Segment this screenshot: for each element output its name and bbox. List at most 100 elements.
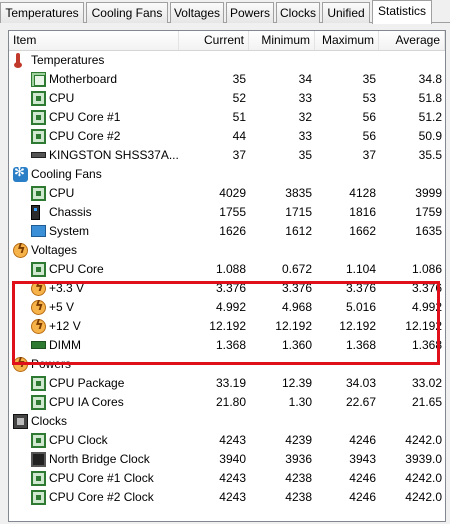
table-row[interactable]: CPU Core #2 Clock 4243 4238 4246 4242.0 bbox=[9, 488, 445, 507]
minimum-value: 35 bbox=[298, 148, 312, 162]
average-value: 21.65 bbox=[411, 395, 442, 409]
maximum-value: 56 bbox=[362, 129, 376, 143]
minimum-value: 3835 bbox=[285, 186, 312, 200]
tab-powers[interactable]: Powers bbox=[226, 2, 274, 23]
cpu-chip-icon bbox=[31, 129, 46, 144]
table-row[interactable]: +3.3 V 3.376 3.376 3.376 3.376 bbox=[9, 279, 445, 298]
column-header-item[interactable]: Item bbox=[9, 31, 179, 50]
item-label: CPU Package bbox=[49, 376, 125, 390]
table-row[interactable]: CPU Clock 4243 4239 4246 4242.0 bbox=[9, 431, 445, 450]
column-header-current[interactable]: Current bbox=[179, 31, 249, 50]
item-label: CPU Core #2 Clock bbox=[49, 490, 154, 504]
cpu-chip-icon bbox=[31, 490, 46, 505]
lightning-icon bbox=[13, 356, 28, 372]
group-row[interactable]: Powers bbox=[9, 355, 445, 374]
table-header: Item Current Minimum Maximum Average bbox=[9, 31, 445, 51]
average-value: 51.8 bbox=[418, 91, 442, 105]
statistics-table: Item Current Minimum Maximum Average Tem… bbox=[8, 30, 446, 522]
maximum-value: 1.104 bbox=[345, 262, 376, 276]
current-value: 4.992 bbox=[215, 300, 246, 314]
disk-drive-icon bbox=[31, 152, 46, 158]
average-value: 4242.0 bbox=[405, 471, 442, 485]
group-row[interactable]: Voltages bbox=[9, 241, 445, 260]
table-row[interactable]: CPU 52 33 53 51.8 bbox=[9, 89, 445, 108]
table-row[interactable]: CPU IA Cores 21.80 1.30 22.67 21.65 bbox=[9, 393, 445, 412]
group-row[interactable]: Cooling Fans bbox=[9, 165, 445, 184]
average-value: 4242.0 bbox=[405, 433, 442, 447]
table-row[interactable]: +5 V 4.992 4.968 5.016 4.992 bbox=[9, 298, 445, 317]
current-value: 3940 bbox=[219, 452, 246, 466]
computer-case-icon bbox=[31, 205, 40, 220]
minimum-value: 3.376 bbox=[281, 281, 312, 295]
cpu-chip-icon bbox=[31, 376, 46, 391]
cpu-chip-icon bbox=[31, 433, 46, 448]
north-bridge-icon bbox=[31, 452, 46, 467]
item-label: +5 V bbox=[49, 300, 75, 314]
cpu-chip-icon bbox=[31, 186, 46, 201]
tab-voltages[interactable]: Voltages bbox=[170, 2, 224, 23]
current-value: 12.192 bbox=[209, 319, 246, 333]
minimum-value: 4.968 bbox=[281, 300, 312, 314]
current-value: 35 bbox=[232, 72, 246, 86]
average-value: 35.5 bbox=[418, 148, 442, 162]
table-row[interactable]: Chassis 1755 1715 1816 1759 bbox=[9, 203, 445, 222]
tab-unified[interactable]: Unified bbox=[322, 2, 370, 23]
memory-module-icon bbox=[31, 341, 46, 349]
current-value: 1.368 bbox=[215, 338, 246, 352]
minimum-value: 33 bbox=[298, 129, 312, 143]
minimum-value: 34 bbox=[298, 72, 312, 86]
table-row[interactable]: +12 V 12.192 12.192 12.192 12.192 bbox=[9, 317, 445, 336]
item-label: North Bridge Clock bbox=[49, 452, 150, 466]
maximum-value: 35 bbox=[362, 72, 376, 86]
average-value: 12.192 bbox=[405, 319, 442, 333]
current-value: 1755 bbox=[219, 205, 246, 219]
table-row[interactable]: KINGSTON SHSS37A... 37 35 37 35.5 bbox=[9, 146, 445, 165]
table-row[interactable]: North Bridge Clock 3940 3936 3943 3939.0 bbox=[9, 450, 445, 469]
tab-statistics[interactable]: Statistics bbox=[372, 0, 432, 24]
table-row[interactable]: CPU Core #1 Clock 4243 4238 4246 4242.0 bbox=[9, 469, 445, 488]
table-row[interactable]: System 1626 1612 1662 1635 bbox=[9, 222, 445, 241]
maximum-value: 4246 bbox=[349, 471, 376, 485]
average-value: 3.376 bbox=[411, 281, 442, 295]
current-value: 21.80 bbox=[215, 395, 246, 409]
column-header-average[interactable]: Average bbox=[379, 31, 445, 50]
item-label: CPU Core #2 bbox=[49, 129, 121, 143]
average-value: 34.8 bbox=[418, 72, 442, 86]
group-label: Temperatures bbox=[31, 53, 105, 67]
minimum-value: 4238 bbox=[285, 490, 312, 504]
tab-cooling-fans[interactable]: Cooling Fans bbox=[86, 2, 168, 23]
cpu-chip-icon bbox=[31, 262, 46, 277]
column-header-maximum[interactable]: Maximum bbox=[315, 31, 379, 50]
table-row[interactable]: CPU Core #1 51 32 56 51.2 bbox=[9, 108, 445, 127]
average-value: 51.2 bbox=[418, 110, 442, 124]
minimum-value: 4238 bbox=[285, 471, 312, 485]
tab-temperatures[interactable]: Temperatures bbox=[0, 2, 84, 23]
group-row[interactable]: Temperatures bbox=[9, 51, 445, 70]
average-value: 3999 bbox=[415, 186, 442, 200]
group-row[interactable]: Clocks bbox=[9, 412, 445, 431]
table-row[interactable]: CPU 4029 3835 4128 3999 bbox=[9, 184, 445, 203]
maximum-value: 34.03 bbox=[345, 376, 376, 390]
motherboard-icon bbox=[31, 72, 46, 87]
table-row[interactable]: Motherboard 35 34 35 34.8 bbox=[9, 70, 445, 89]
item-label: System bbox=[49, 224, 90, 238]
item-label: CPU Core bbox=[49, 262, 104, 276]
tab-clocks[interactable]: Clocks bbox=[276, 2, 320, 23]
average-value: 33.02 bbox=[411, 376, 442, 390]
maximum-value: 56 bbox=[362, 110, 376, 124]
item-label: DIMM bbox=[49, 338, 81, 352]
item-label: CPU bbox=[49, 91, 75, 105]
item-label: CPU Core #1 bbox=[49, 110, 121, 124]
item-label: CPU IA Cores bbox=[49, 395, 124, 409]
average-value: 1.368 bbox=[411, 338, 442, 352]
table-row[interactable]: CPU Core #2 44 33 56 50.9 bbox=[9, 127, 445, 146]
maximum-value: 3943 bbox=[349, 452, 376, 466]
average-value: 4242.0 bbox=[405, 490, 442, 504]
lightning-icon bbox=[31, 299, 46, 315]
table-row[interactable]: DIMM 1.368 1.360 1.368 1.368 bbox=[9, 336, 445, 355]
table-row[interactable]: CPU Core 1.088 0.672 1.104 1.086 bbox=[9, 260, 445, 279]
maximum-value: 4246 bbox=[349, 433, 376, 447]
table-row[interactable]: CPU Package 33.19 12.39 34.03 33.02 bbox=[9, 374, 445, 393]
maximum-value: 53 bbox=[362, 91, 376, 105]
column-header-minimum[interactable]: Minimum bbox=[249, 31, 315, 50]
